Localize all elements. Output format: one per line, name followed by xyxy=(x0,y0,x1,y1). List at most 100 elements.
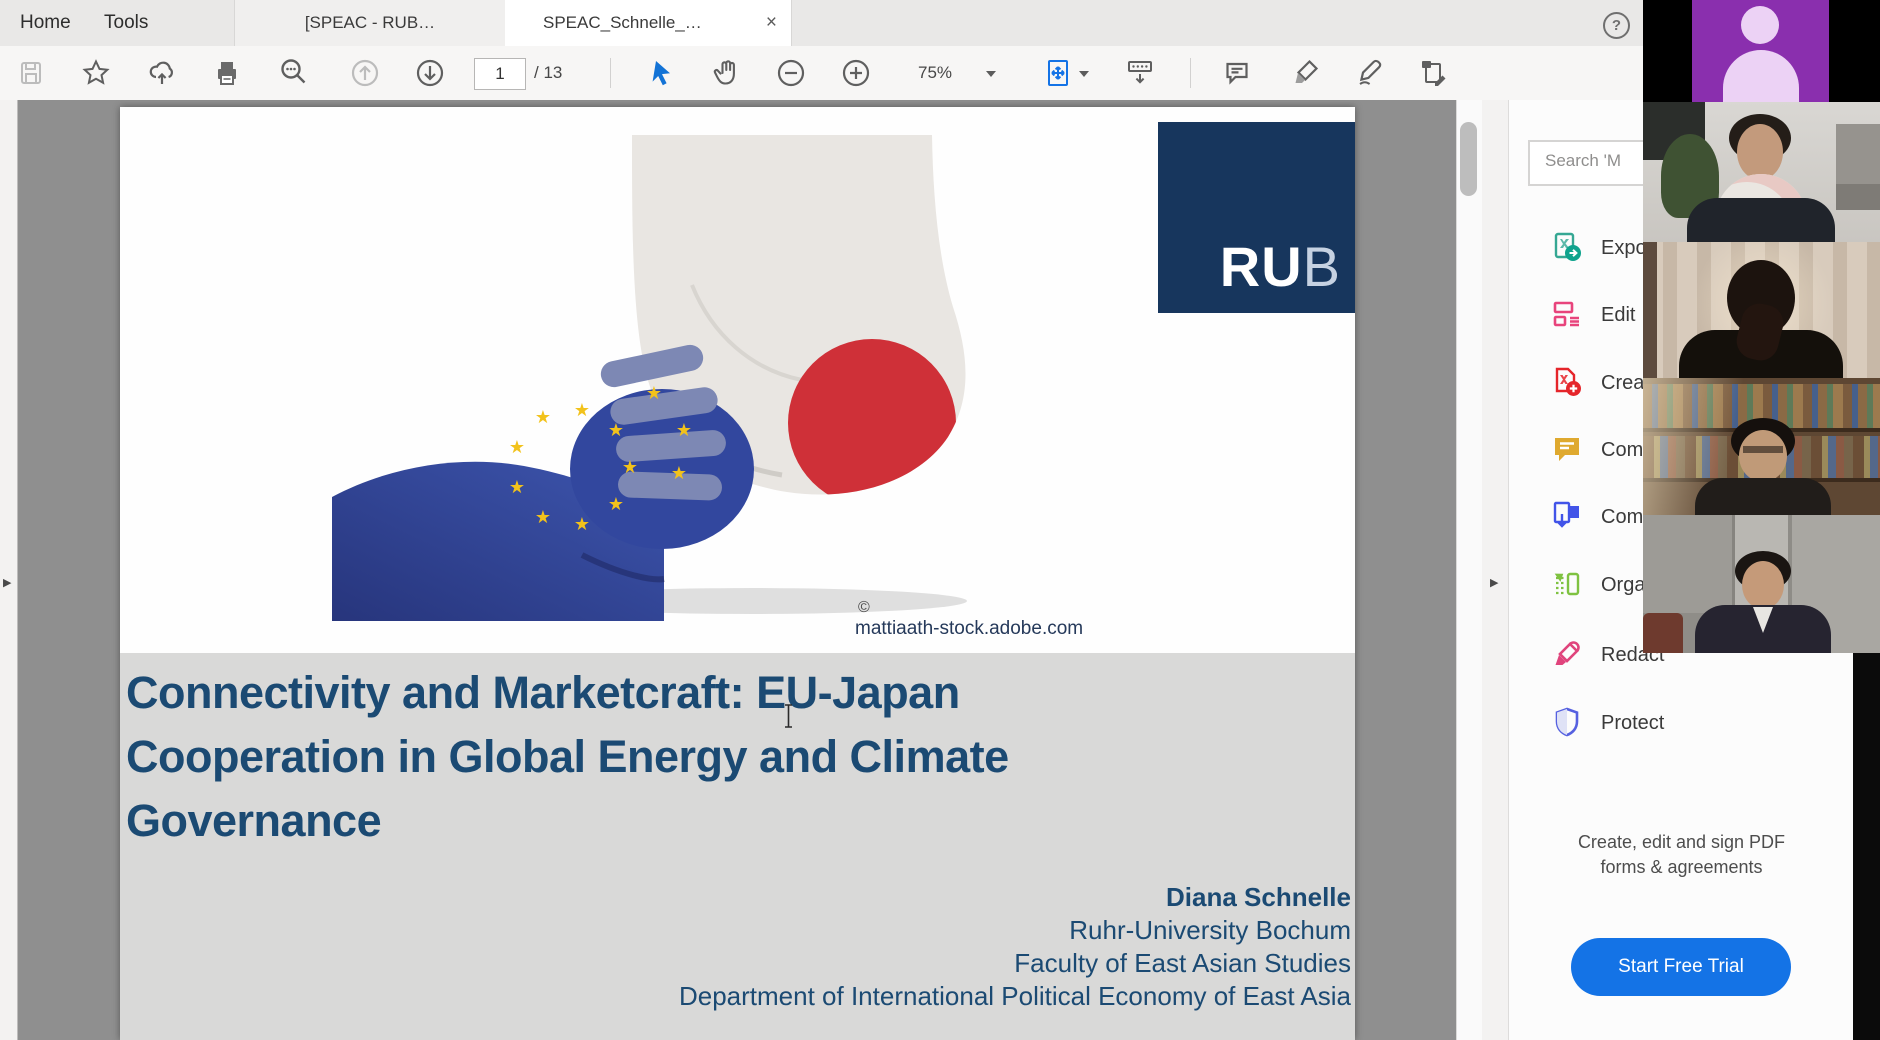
svg-text:★: ★ xyxy=(622,457,638,478)
hand-icon xyxy=(710,56,744,90)
protect-shield-icon xyxy=(1551,706,1583,738)
tab-speac-rub[interactable]: [SPEAC - RUB… xyxy=(234,0,506,46)
affiliation-2: Faculty of East Asian Studies xyxy=(679,947,1351,980)
video-window-edge xyxy=(1853,653,1880,1040)
tool-label: Crea xyxy=(1601,363,1644,403)
affiliation-3: Department of International Political Ec… xyxy=(679,980,1351,1013)
document-canvas[interactable]: ★★★ ★★★ ★★★ ★★★ RUB © mattiaath-stock.ad… xyxy=(18,100,1456,1040)
page-number-input[interactable] xyxy=(474,58,526,90)
vertical-scrollbar[interactable] xyxy=(1456,100,1483,1040)
zoom-out-button[interactable] xyxy=(773,55,809,91)
scrollbar-thumb[interactable] xyxy=(1460,122,1477,196)
search-button[interactable] xyxy=(276,55,312,91)
combine-files-icon xyxy=(1551,500,1583,532)
title-line-2: Cooperation in Global Energy and Climate xyxy=(126,725,1009,789)
tool-label: Protect xyxy=(1601,703,1664,743)
participant-video-4[interactable] xyxy=(1643,378,1880,515)
fill-sign-button[interactable] xyxy=(1416,55,1452,91)
start-free-trial-button[interactable]: Start Free Trial xyxy=(1571,938,1791,996)
page-up-icon xyxy=(349,57,381,89)
rub-logo: RUB xyxy=(1158,122,1355,313)
promo-line-1: Create, edit and sign PDF xyxy=(1509,830,1854,855)
tab-speac-schnelle[interactable]: SPEAC_Schnelle_… × xyxy=(505,0,792,46)
expand-left-panel-icon[interactable]: ▶ xyxy=(3,576,11,589)
edit-pdf-icon xyxy=(1551,298,1583,330)
promo-line-2: forms & agreements xyxy=(1509,855,1854,880)
select-tool-button[interactable] xyxy=(644,55,680,91)
star-button[interactable] xyxy=(78,55,114,91)
search-icon xyxy=(277,56,311,90)
redact-icon xyxy=(1551,638,1583,670)
promo-text: Create, edit and sign PDF forms & agreem… xyxy=(1509,830,1854,880)
participant-video-5[interactable] xyxy=(1643,515,1880,653)
zoom-in-button[interactable] xyxy=(838,55,874,91)
sidebar-tool-protect[interactable]: Protect xyxy=(1509,703,1880,743)
collapse-right-panel-icon[interactable]: ▶ xyxy=(1490,576,1498,589)
help-icon[interactable]: ? xyxy=(1603,12,1630,39)
tab-label: SPEAC_Schnelle_… xyxy=(543,0,702,46)
zoom-dropdown-caret[interactable] xyxy=(986,71,996,77)
fill-sign-icon xyxy=(1417,56,1451,90)
fit-page-icon xyxy=(1041,56,1075,90)
participant-face xyxy=(1742,561,1784,609)
svg-text:★: ★ xyxy=(646,383,662,404)
print-button[interactable] xyxy=(209,55,245,91)
svg-text:★: ★ xyxy=(535,507,551,528)
plus-circle-icon xyxy=(840,57,872,89)
comment-button[interactable] xyxy=(1219,55,1255,91)
participant-face xyxy=(1737,124,1783,180)
eu-japan-hands-image: ★★★ ★★★ ★★★ ★★★ xyxy=(332,135,1094,621)
tool-label: Com xyxy=(1601,430,1643,470)
tool-label: Com xyxy=(1601,497,1643,537)
svg-text:★: ★ xyxy=(574,514,590,535)
share-cloud-button[interactable] xyxy=(144,55,180,91)
avatar-icon xyxy=(1741,6,1779,44)
svg-text:★: ★ xyxy=(676,420,692,441)
comment-tool-icon xyxy=(1551,433,1583,465)
menu-tools[interactable]: Tools xyxy=(92,0,160,46)
hand-tool-button[interactable] xyxy=(709,55,745,91)
next-page-button[interactable] xyxy=(412,55,448,91)
save-button[interactable] xyxy=(13,55,49,91)
close-icon[interactable]: × xyxy=(766,0,777,46)
page-down-icon xyxy=(414,57,446,89)
participant-video-2[interactable] xyxy=(1643,102,1880,242)
minus-circle-icon xyxy=(775,57,807,89)
text-cursor xyxy=(782,703,794,729)
cloud-upload-icon xyxy=(145,56,179,90)
page-count-label: / 13 xyxy=(534,46,562,100)
video-call-overlay xyxy=(1643,0,1880,653)
rub-logo-text-b: B xyxy=(1303,235,1341,298)
printer-icon xyxy=(211,57,243,89)
zoom-level-value[interactable]: 75% xyxy=(900,46,970,100)
sign-pen-button[interactable] xyxy=(1352,55,1388,91)
svg-text:★: ★ xyxy=(608,494,624,515)
highlighter-icon xyxy=(1289,56,1323,90)
pdf-page: ★★★ ★★★ ★★★ ★★★ RUB © mattiaath-stock.ad… xyxy=(120,107,1355,1040)
collapse-toolbar-icon xyxy=(1123,56,1157,90)
svg-text:★: ★ xyxy=(509,477,525,498)
left-panel-gutter: ▶ xyxy=(0,100,18,1040)
participant-face xyxy=(1739,430,1787,482)
author-name: Diana Schnelle xyxy=(679,881,1351,914)
participant-video-3[interactable] xyxy=(1643,242,1880,378)
toolbar-divider xyxy=(610,58,611,88)
fit-page-button[interactable] xyxy=(1040,55,1076,91)
pointer-icon xyxy=(646,57,678,89)
slide-image-area: ★★★ ★★★ ★★★ ★★★ RUB © mattiaath-stock.ad… xyxy=(120,107,1355,653)
fit-dropdown-caret[interactable] xyxy=(1079,71,1089,77)
menu-home[interactable]: Home xyxy=(8,0,83,46)
organize-pages-icon xyxy=(1551,568,1583,600)
previous-page-button[interactable] xyxy=(347,55,383,91)
tab-label: [SPEAC - RUB… xyxy=(305,13,435,32)
svg-text:★: ★ xyxy=(671,463,687,484)
author-block: Diana Schnelle Ruhr-University Bochum Fa… xyxy=(679,881,1351,1013)
tool-label: Orga xyxy=(1601,565,1645,605)
highlight-button[interactable] xyxy=(1288,55,1324,91)
create-pdf-icon xyxy=(1551,366,1583,398)
menubar: Home Tools [SPEAC - RUB… SPEAC_Schnelle_… xyxy=(0,0,1880,47)
right-panel-gutter: ▶ xyxy=(1482,100,1509,1040)
title-line-3: Governance xyxy=(126,789,1009,853)
participant-video-1[interactable] xyxy=(1643,0,1880,102)
hide-toolbar-button[interactable] xyxy=(1122,55,1158,91)
